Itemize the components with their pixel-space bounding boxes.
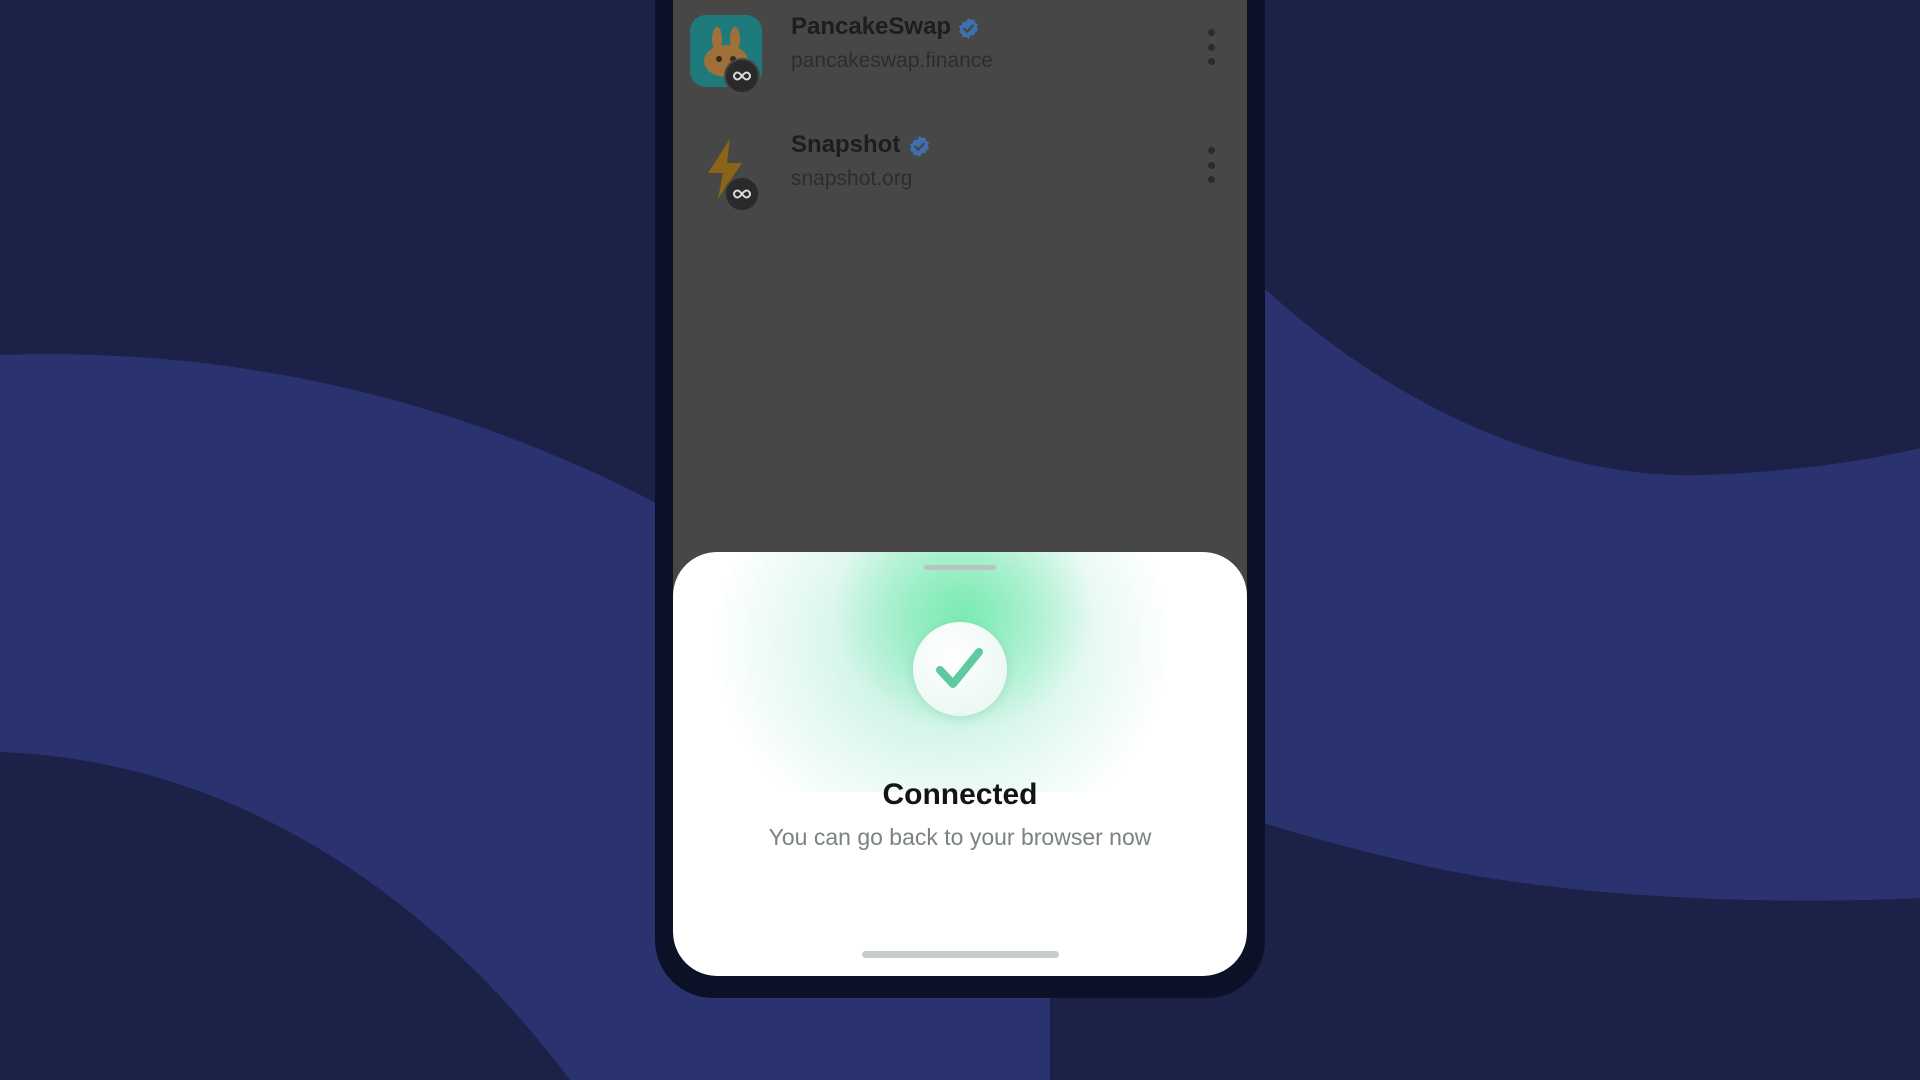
phone-frame: PancakeSwap pancakeswap.finance Snapshot… [655, 0, 1265, 998]
dapp-name: PancakeSwap [791, 13, 952, 40]
dapp-row-snapshot[interactable]: Snapshot snapshot.org [673, 131, 1247, 231]
more-options-icon[interactable] [1199, 147, 1223, 183]
home-indicator[interactable] [862, 951, 1059, 958]
success-badge [913, 622, 1007, 716]
verified-badge-icon [908, 135, 931, 158]
sheet-title: Connected [882, 778, 1038, 811]
sheet-grabber[interactable] [924, 565, 996, 570]
link-badge-icon [724, 58, 760, 94]
more-options-icon[interactable] [1199, 29, 1223, 65]
dapp-url: snapshot.org [791, 167, 913, 190]
dapp-url: pancakeswap.finance [791, 49, 993, 72]
phone-screen: PancakeSwap pancakeswap.finance Snapshot… [673, 0, 1247, 976]
link-badge-icon [724, 176, 760, 212]
connected-sheet: Connected You can go back to your browse… [673, 552, 1247, 976]
sheet-subtitle: You can go back to your browser now [768, 824, 1152, 850]
verified-badge-icon [957, 17, 980, 40]
dapp-name: Snapshot [791, 131, 901, 158]
dapp-row-pancakeswap[interactable]: PancakeSwap pancakeswap.finance [673, 13, 1247, 113]
checkmark-icon [936, 648, 983, 688]
